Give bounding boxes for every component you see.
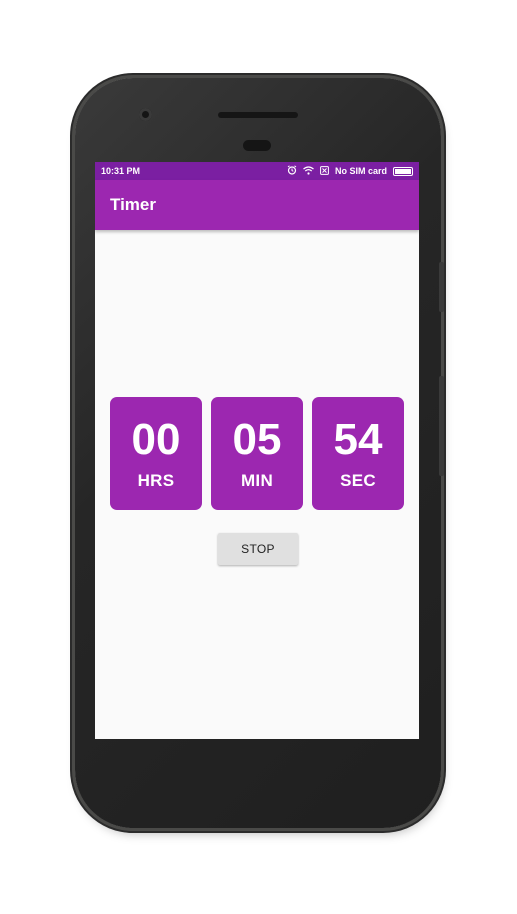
status-bar: 10:31 PM No SIM card <box>95 162 419 180</box>
status-time: 10:31 PM <box>101 166 141 176</box>
timer-display: 00 HRS 05 MIN 54 SEC <box>110 397 404 510</box>
phone-frame: 10:31 PM No SIM card Timer 00 HRS 05 MIN… <box>75 78 444 828</box>
seconds-label: SEC <box>340 471 376 490</box>
earpiece-speaker <box>218 112 298 118</box>
toolbar-title: Timer <box>110 195 156 214</box>
volume-button <box>439 376 444 476</box>
minutes-value: 05 <box>232 415 282 464</box>
hours-tile: 00 HRS <box>110 397 202 510</box>
app-toolbar: Timer <box>95 180 419 230</box>
front-camera <box>139 108 152 121</box>
status-icons: No SIM card <box>287 165 413 177</box>
sim-status-text: No SIM card <box>334 166 387 176</box>
wifi-icon <box>303 165 314 177</box>
app-screen: 10:31 PM No SIM card Timer 00 HRS 05 MIN… <box>95 162 419 739</box>
minutes-label: MIN <box>240 471 274 490</box>
hours-value: 00 <box>131 415 181 464</box>
proximity-sensor <box>243 140 271 151</box>
alarm-icon <box>287 165 297 177</box>
stop-button-label: STOP <box>241 542 275 556</box>
minutes-tile: 05 MIN <box>211 397 303 510</box>
power-button <box>439 262 444 312</box>
stop-button[interactable]: STOP <box>218 533 298 565</box>
seconds-value: 54 <box>333 415 383 464</box>
hours-label: HRS <box>137 471 175 490</box>
battery-icon <box>393 166 413 176</box>
no-sim-icon <box>320 165 329 177</box>
seconds-tile: 54 SEC <box>312 397 404 510</box>
